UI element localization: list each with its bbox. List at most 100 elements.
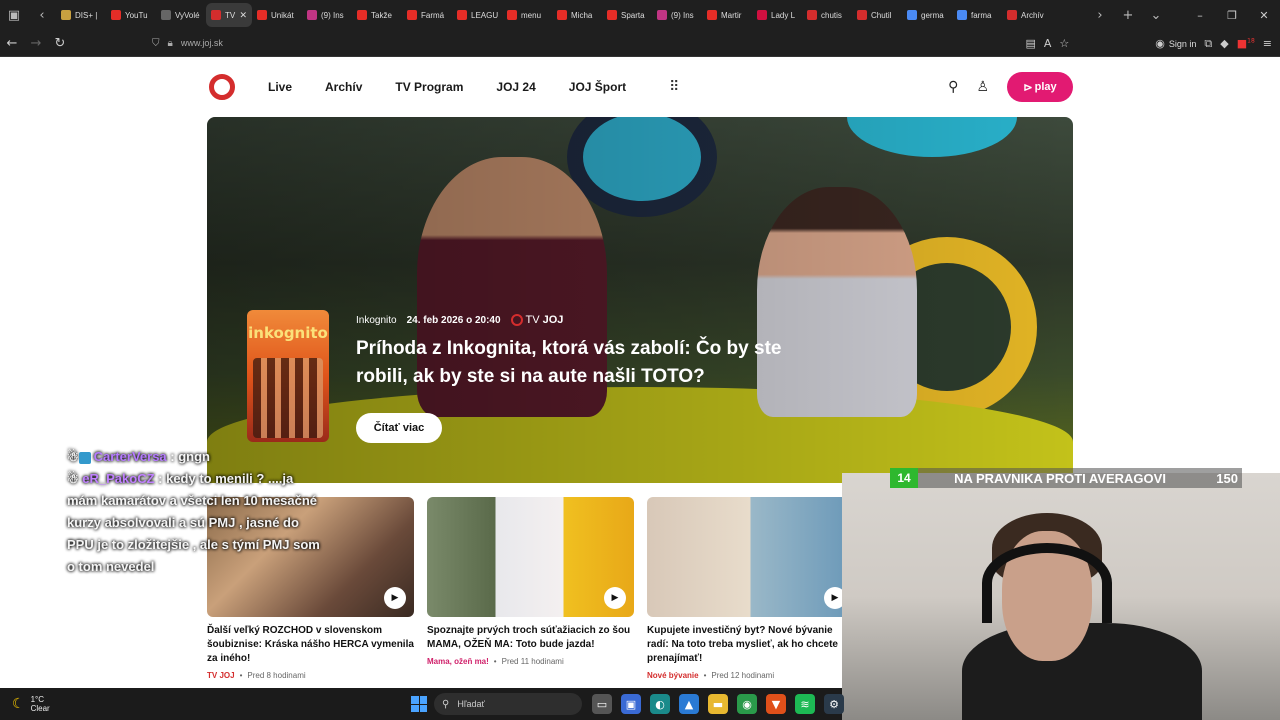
nav-tv-program[interactable]: TV Program	[395, 80, 463, 94]
notification-icon[interactable]: ■18	[1237, 37, 1255, 50]
article-thumbnail[interactable]: ▶	[647, 497, 854, 617]
spotify-icon[interactable]: ≋	[795, 694, 815, 714]
right-score: 150	[1216, 470, 1238, 486]
tab-close-icon[interactable]: ✕	[239, 10, 247, 21]
browser-tab[interactable]: Sparta	[602, 3, 652, 27]
edge-icon[interactable]: ◐	[650, 694, 670, 714]
tv-joj-logo: TV JOJ	[510, 314, 563, 326]
extensions-icon[interactable]: ⧉	[1204, 37, 1212, 51]
tab-label: Martir	[721, 10, 742, 20]
brave-icon[interactable]: ▼	[766, 694, 786, 714]
tab-label: (9) Ins	[671, 10, 694, 20]
browser-tab[interactable]: chutis	[802, 3, 852, 27]
weather-widget[interactable]: ☾ 1°C Clear	[12, 695, 50, 713]
taskbar-search[interactable]: ⚲ Hľadať	[434, 693, 582, 715]
browser-tab[interactable]: LEAGU	[452, 3, 502, 27]
article-time: Pred 12 hodinami	[711, 671, 775, 680]
task-view-icon[interactable]: ▭	[592, 694, 612, 714]
minimize-icon[interactable]: –	[1184, 0, 1216, 30]
shield-brave-icon[interactable]: ◆	[1220, 37, 1228, 50]
lock-icon[interactable]: 🔒︎	[168, 38, 173, 49]
browser-tab[interactable]: DIS+ |	[56, 3, 106, 27]
browser-tab[interactable]: Micha	[552, 3, 602, 27]
tab-favicon-icon	[357, 10, 367, 20]
browser-tab[interactable]: VyVolé	[156, 3, 206, 27]
restore-icon[interactable]: ❐	[1216, 0, 1248, 30]
user-icon[interactable]: ♙	[976, 79, 989, 95]
tab-favicon-icon	[211, 10, 221, 20]
nav-archiv[interactable]: Archív	[325, 80, 362, 94]
reload-button[interactable]: ↻	[48, 30, 72, 57]
play-icon[interactable]: ▶	[384, 587, 406, 609]
forward-button[interactable]: →	[24, 30, 48, 57]
translate-icon[interactable]: A	[1044, 37, 1052, 50]
tab-favicon-icon	[757, 10, 767, 20]
menu-icon[interactable]: ≡	[1263, 37, 1272, 50]
browser-tab[interactable]: farma	[952, 3, 1002, 27]
joj-logo[interactable]	[209, 74, 235, 100]
url-field[interactable]: ⛉ 🔒︎ www.joj.sk	[152, 38, 1032, 49]
tab-actions-icon[interactable]: ▣	[0, 0, 28, 30]
article-category[interactable]: Nové bývanie	[647, 671, 699, 680]
joj-play-button[interactable]: ⊳ play	[1007, 72, 1073, 102]
nav-joj-24[interactable]: JOJ 24	[496, 80, 535, 94]
store-icon[interactable]: ▣	[621, 694, 641, 714]
browser-tab[interactable]: Lady L	[752, 3, 802, 27]
file-explorer-icon[interactable]: ▬	[708, 694, 728, 714]
browser-tab[interactable]: TV ✕	[206, 3, 252, 27]
tab-label: Archív	[1021, 10, 1044, 20]
hero-banner[interactable]: inkognito Inkognito 24. feb 2026 o 20:40…	[207, 117, 1073, 483]
tab-strip: DIS+ | YouTu VyVolé TV ✕ Unikát (9) Ins Takže Fa…	[56, 0, 1086, 30]
tab-scroll-left-icon[interactable]: ‹	[28, 0, 56, 30]
read-more-button[interactable]: Čítať viac	[356, 413, 442, 443]
browser-tab[interactable]: YouTu	[106, 3, 156, 27]
tab-list-dropdown[interactable]: ⌄	[1142, 0, 1170, 30]
weather-condition: Clear	[30, 704, 50, 713]
browser-tab[interactable]: Takže	[352, 3, 402, 27]
browser-tab[interactable]: germa	[902, 3, 952, 27]
tab-label: Chutil	[871, 10, 892, 20]
article-card[interactable]: ▶ Kupujete investičný byt? Nové bývanie …	[647, 497, 854, 680]
article-title[interactable]: Kupujete investičný byt? Nové bývanie ra…	[647, 624, 854, 666]
tab-label: Unikát	[271, 10, 294, 20]
article-card[interactable]: ▶ Spoznajte prvých troch súťažiacich zo …	[427, 497, 634, 666]
browser-tab[interactable]: Archív	[1002, 3, 1052, 27]
apps-grid-icon[interactable]: ⠿	[669, 79, 679, 95]
play-icon[interactable]: ▶	[604, 587, 626, 609]
browser-tab[interactable]: (9) Ins	[652, 3, 702, 27]
sign-in-button[interactable]: ◉ Sign in	[1155, 37, 1196, 50]
new-tab-button[interactable]: +	[1114, 0, 1142, 30]
article-category[interactable]: Mama, ožeň ma!	[427, 657, 489, 666]
article-title[interactable]: Ďalší veľký ROZCHOD v slovenskom šoubizn…	[207, 624, 414, 666]
hero-title[interactable]: Príhoda z Inkognita, ktorá vás zabolí: Č…	[356, 335, 826, 391]
shield-icon[interactable]: ⛉	[152, 38, 160, 49]
tab-label: germa	[921, 10, 944, 20]
nav-live[interactable]: Live	[268, 80, 292, 94]
steam-icon[interactable]: ⚙	[824, 694, 844, 714]
search-icon[interactable]: ⚲	[948, 79, 958, 95]
windows-start-icon[interactable]	[411, 696, 427, 712]
hero-show-name[interactable]: Inkognito	[356, 315, 397, 326]
article-thumbnail[interactable]: ▶	[427, 497, 634, 617]
show-poster[interactable]: inkognito	[247, 310, 329, 442]
browser-tab[interactable]: Martir	[702, 3, 752, 27]
favorite-star-icon[interactable]: ☆	[1059, 37, 1069, 50]
chrome-icon[interactable]: ◉	[737, 694, 757, 714]
browser-tab[interactable]: Unikát	[252, 3, 302, 27]
browser-tab[interactable]: menu	[502, 3, 552, 27]
photos-icon[interactable]: ▲	[679, 694, 699, 714]
url-text[interactable]: www.joj.sk	[181, 38, 223, 48]
article-title[interactable]: Spoznajte prvých troch súťažiacich zo šo…	[427, 624, 634, 652]
chat-message: ☃ CarterVersa : gngn	[67, 446, 327, 468]
article-category[interactable]: TV JOJ	[207, 671, 235, 680]
close-window-icon[interactable]: ✕	[1248, 0, 1280, 30]
browser-tab[interactable]: (9) Ins	[302, 3, 352, 27]
back-button[interactable]: ←	[0, 30, 24, 57]
tab-scroll-right-icon[interactable]: ›	[1086, 0, 1114, 30]
tab-label: (9) Ins	[321, 10, 344, 20]
browser-tab[interactable]: Farmá	[402, 3, 452, 27]
nav-joj-sport[interactable]: JOJ Šport	[569, 80, 626, 94]
browser-tab[interactable]: Chutil	[852, 3, 902, 27]
reader-view-icon[interactable]: ▤	[1025, 37, 1035, 50]
chat-username: CarterVersa	[93, 449, 167, 464]
